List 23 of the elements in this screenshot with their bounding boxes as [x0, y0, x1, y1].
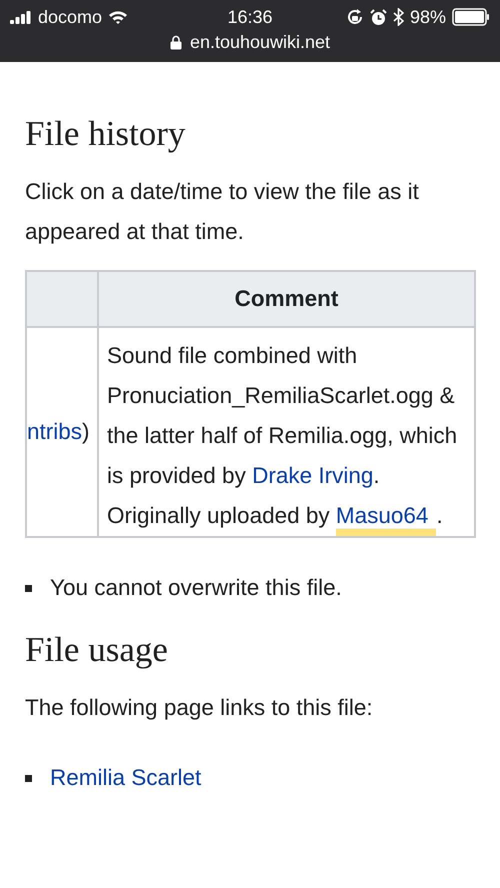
battery-icon [452, 8, 490, 26]
intro-text: Click on a date/time to view the file as it appeared at that time. [25, 178, 420, 246]
page-url[interactable]: en.touhouwiki.net [190, 32, 330, 53]
page-link[interactable]: Remilia Scarlet [50, 758, 202, 798]
bullet-icon [25, 774, 32, 782]
bullet-icon [25, 584, 32, 592]
battery-percent: 98% [410, 6, 446, 28]
intro-text: The following page links to this file: [25, 694, 374, 722]
column-header: Comment [98, 271, 475, 327]
wifi-icon [108, 10, 128, 24]
section-heading: File usage [25, 629, 169, 671]
link[interactable]: Drake Irving [252, 463, 374, 488]
link[interactable]: ntribs [27, 419, 82, 444]
table-cell: ntribs) [27, 419, 90, 444]
rotation-lock-icon [346, 8, 364, 26]
clock-time: 16:36 [227, 6, 273, 28]
list-item: You cannot overwrite this file. [50, 574, 342, 602]
carrier-name: docomo [38, 6, 102, 28]
alarm-icon [370, 8, 387, 26]
bluetooth-icon [392, 8, 404, 26]
lock-icon [170, 35, 182, 50]
section-heading: File history [25, 113, 186, 155]
signal-icon [10, 10, 32, 24]
